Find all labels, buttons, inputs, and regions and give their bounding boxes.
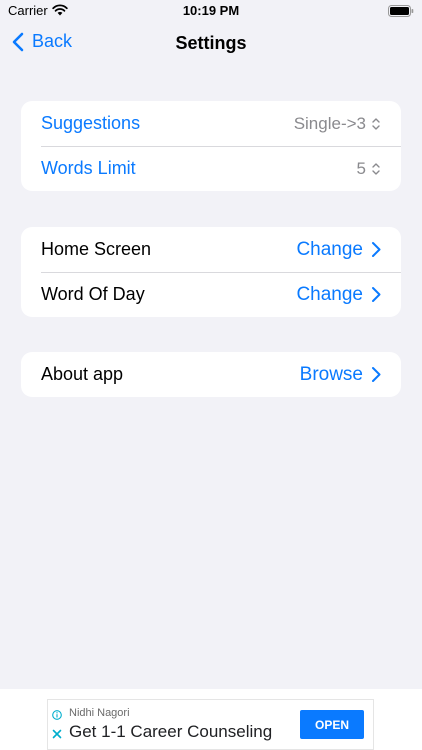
suggestions-value-text: Single->3 [293, 113, 366, 133]
chevron-right-icon [372, 242, 381, 257]
words-limit-value-text: 5 [356, 158, 366, 178]
ad-banner: Nidhi Nagori Get 1-1 Career Counseling O… [0, 689, 422, 750]
about-app-label: About app [41, 364, 124, 384]
row-about-app[interactable]: About app Browse [21, 352, 401, 397]
info-icon[interactable] [52, 710, 62, 720]
row-suggestions[interactable]: Suggestions Single->3 [21, 101, 401, 146]
about-app-browse-link[interactable]: Browse [300, 364, 381, 386]
row-home-screen[interactable]: Home Screen Change [21, 227, 401, 272]
home-screen-change-text: Change [296, 238, 363, 260]
ad-open-button[interactable]: OPEN [300, 710, 364, 739]
suggestions-label: Suggestions [41, 113, 141, 133]
word-of-day-change-text: Change [296, 283, 363, 305]
close-icon[interactable] [52, 729, 62, 739]
home-screen-label: Home Screen [41, 239, 152, 259]
ad-headline[interactable]: Get 1-1 Career Counseling [69, 722, 272, 742]
settings-group-about: About app Browse [21, 352, 401, 397]
chevron-right-icon [372, 287, 381, 302]
home-screen-change-link[interactable]: Change [296, 239, 381, 261]
settings-group-preferences: Suggestions Single->3 Words Limit 5 [21, 101, 401, 191]
battery-icon [388, 5, 414, 17]
navigation-bar: Back Settings [0, 26, 422, 60]
chevron-up-down-icon [372, 162, 380, 175]
word-of-day-label: Word Of Day [41, 284, 145, 304]
settings-group-widgets: Home Screen Change Word Of Day Change [21, 227, 401, 317]
status-time: 10:19 PM [182, 3, 240, 18]
words-limit-label: Words Limit [41, 158, 136, 178]
chevron-right-icon [372, 367, 381, 382]
words-limit-value[interactable]: 5 [357, 159, 381, 179]
row-word-of-day[interactable]: Word Of Day Change [21, 272, 401, 317]
word-of-day-change-link[interactable]: Change [296, 284, 381, 306]
suggestions-value[interactable]: Single->3 [294, 114, 381, 134]
row-words-limit[interactable]: Words Limit 5 [21, 146, 401, 191]
chevron-up-down-icon [372, 117, 380, 130]
status-bar: Carrier 10:19 PM [0, 0, 422, 24]
ad-advertiser: Nidhi Nagori [69, 707, 130, 719]
ad-card[interactable]: Nidhi Nagori Get 1-1 Career Counseling O… [47, 699, 374, 750]
page-title: Settings [175, 33, 247, 53]
about-app-browse-text: Browse [299, 363, 363, 385]
